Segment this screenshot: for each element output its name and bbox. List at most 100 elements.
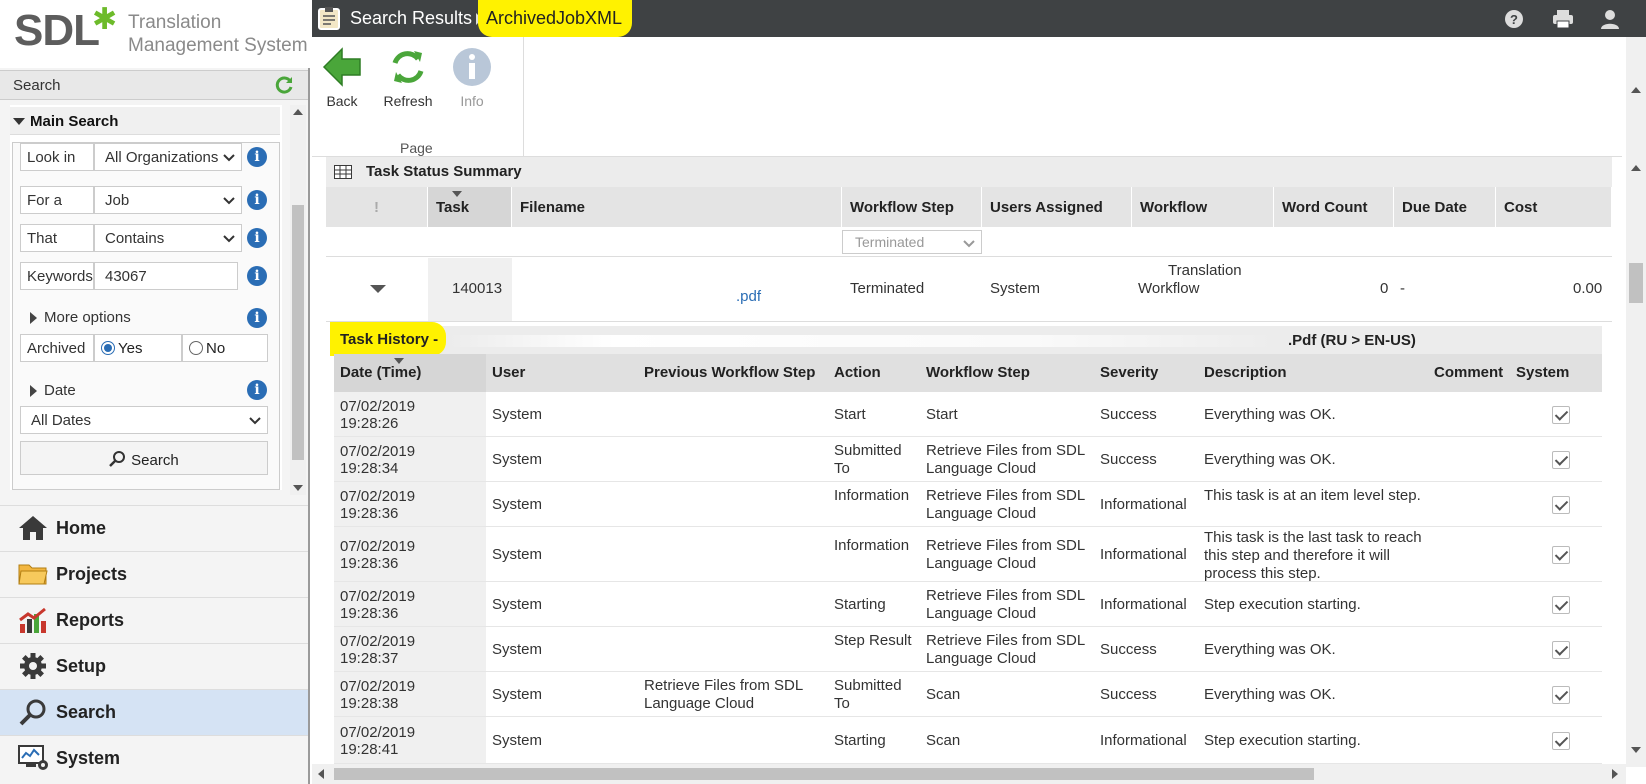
col-due-date[interactable]: Due Date [1394,187,1496,227]
nav-search[interactable]: Search [0,689,308,735]
col-history-workflow-step[interactable]: Workflow Step [920,354,1094,392]
scroll-up-icon[interactable] [293,109,303,115]
system-checkbox[interactable] [1552,685,1570,704]
scroll-thumb[interactable] [334,768,1314,780]
nav-projects[interactable]: Projects [0,551,308,597]
history-date-cell: 07/02/2019 19:28:34 [334,437,486,481]
scroll-thumb[interactable] [292,205,304,460]
nav-system[interactable]: System [0,735,308,784]
col-workflow-step[interactable]: Workflow Step [842,187,982,227]
history-row[interactable]: 07/02/2019 19:28:41 System Starting Scan Info… [334,717,1602,764]
refresh-label: Refresh [383,93,433,109]
info-icon[interactable]: i [247,380,267,400]
history-row[interactable]: 07/02/2019 19:28:26 System Start Start Succes… [334,392,1602,437]
scroll-down-icon[interactable] [293,485,303,491]
scroll-down-icon[interactable] [1631,747,1641,753]
system-checkbox[interactable] [1552,450,1570,469]
col-severity[interactable]: Severity [1094,354,1198,392]
scroll-up-icon[interactable] [1631,165,1641,171]
scroll-up-icon[interactable] [1631,87,1641,93]
archived-yes-option[interactable]: Yes [94,334,182,362]
back-arrow-icon [322,47,361,87]
date-toggle[interactable]: Date [44,382,76,399]
help-icon[interactable]: ? [1504,9,1524,29]
archived-no-option[interactable]: No [182,334,268,362]
expand-row-icon[interactable] [370,285,386,293]
look-in-select[interactable]: All Organizations [94,143,242,171]
that-select[interactable]: Contains [94,224,242,252]
cost-value: 0.00 [1573,280,1603,297]
col-action[interactable]: Action [828,354,920,392]
main-vertical-scrollbar[interactable] [1626,37,1646,767]
radio-selected [101,341,115,355]
system-checkbox[interactable] [1552,595,1570,614]
top-bar: Search Results ArchivedJobXML ? [312,0,1646,37]
col-description[interactable]: Description [1198,354,1428,392]
col-comment[interactable]: Comment [1428,354,1510,392]
summary-table-row[interactable]: 140013 .pdf Terminated System Translatio… [326,258,1612,322]
system-checkbox[interactable] [1552,495,1570,514]
col-word-count[interactable]: Word Count [1274,187,1394,227]
col-filename[interactable]: Filename [512,187,842,227]
for-a-select[interactable]: Job [94,186,242,214]
col-priority[interactable]: ! [326,187,428,227]
col-users-assigned[interactable]: Users Assigned [982,187,1132,227]
history-severity: Success [1100,685,1157,703]
workflow-step-filter[interactable]: Terminated [842,230,982,254]
system-checkbox[interactable] [1552,731,1570,750]
history-row[interactable]: 07/02/2019 19:28:36 System Starting Retrieve… [334,582,1602,627]
history-row[interactable]: 07/02/2019 19:28:38 System Retrieve Files f… [334,672,1602,717]
col-task[interactable]: Task [428,187,512,227]
info-button[interactable]: Info [442,47,502,109]
history-date: 07/02/2019 [340,397,416,415]
main-horizontal-scrollbar[interactable] [312,764,1626,784]
breadcrumb-root[interactable]: Search Results [350,8,472,29]
sort-desc-icon [452,191,462,197]
chevron-down-icon [223,154,235,162]
info-icon[interactable]: i [247,147,267,167]
refresh-search-icon[interactable] [274,75,294,95]
scroll-right-icon[interactable] [1612,769,1618,779]
info-icon[interactable]: i [247,190,267,210]
history-user: System [492,545,543,563]
main-search-section[interactable]: Main Search [10,107,280,135]
task-history-file-suffix: .Pdf (RU > EN-US) [1288,332,1416,349]
nav-reports[interactable]: Reports [0,597,308,643]
workflow-step-value: Terminated [850,280,925,297]
history-row[interactable]: 07/02/2019 19:28:36 System Information Retri… [334,482,1602,527]
col-user[interactable]: User [486,354,638,392]
col-cost[interactable]: Cost [1496,187,1612,227]
search-button[interactable]: Search [20,441,268,475]
system-checkbox[interactable] [1552,405,1570,424]
refresh-button[interactable]: Refresh [378,47,438,109]
col-date-time[interactable]: Date (Time) [334,354,486,392]
nav-home[interactable]: Home [0,505,308,551]
left-panel-scrollbar[interactable] [290,105,306,495]
history-row[interactable]: 07/02/2019 19:28:34 System Submitted To Retr… [334,437,1602,482]
history-row[interactable]: 07/02/2019 19:28:37 System Step Result Retri… [334,627,1602,672]
info-icon[interactable]: i [247,228,267,248]
system-checkbox[interactable] [1552,640,1570,659]
radio-unselected [189,341,203,355]
filename-link[interactable]: .pdf [736,288,761,305]
col-system[interactable]: System [1510,354,1602,392]
history-time: 19:28:37 [340,649,399,667]
col-previous-workflow-step[interactable]: Previous Workflow Step [638,354,828,392]
history-row[interactable]: 07/02/2019 19:28:36 System Information Retri… [334,527,1602,582]
col-workflow[interactable]: Workflow [1132,187,1274,227]
info-icon[interactable]: i [247,308,267,328]
history-action: Submitted To [834,676,902,712]
back-button[interactable]: Back [312,47,372,109]
expand-triangle-icon [30,312,37,324]
history-date: 07/02/2019 [340,442,416,460]
system-checkbox[interactable] [1552,545,1570,564]
more-options-toggle[interactable]: More options [44,309,131,326]
nav-setup[interactable]: Setup [0,643,308,689]
info-icon[interactable]: i [247,266,267,286]
scroll-left-icon[interactable] [318,769,324,779]
scroll-thumb[interactable] [1629,263,1643,303]
user-icon[interactable] [1600,9,1620,29]
keywords-input[interactable]: 43067 [94,262,238,290]
print-icon[interactable] [1552,9,1574,29]
date-select[interactable]: All Dates [20,406,268,434]
